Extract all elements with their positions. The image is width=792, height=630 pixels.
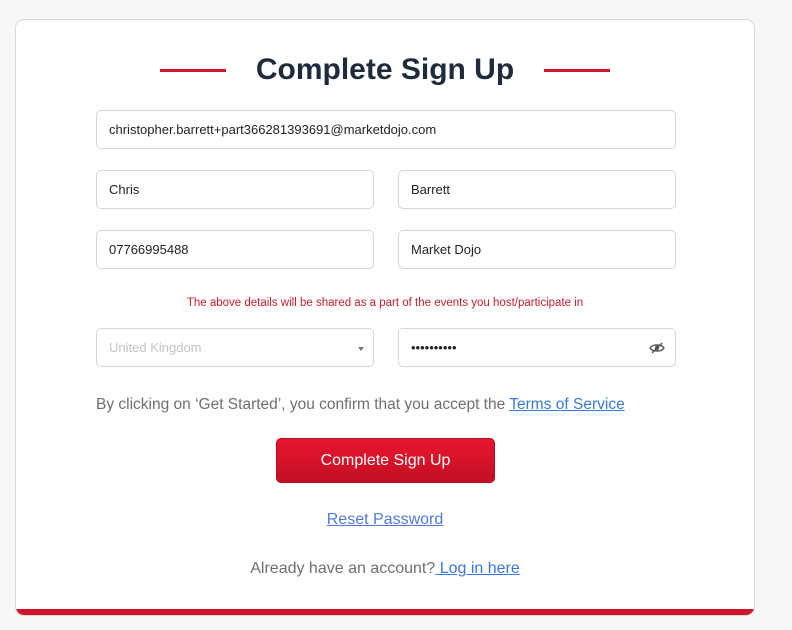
title-decoration-left — [159, 68, 226, 72]
terms-consent-text: By clicking on ‘Get Started’, you confir… — [96, 396, 625, 414]
title-decoration-right — [544, 68, 611, 72]
page-title: Complete Sign Up — [255, 53, 515, 86]
last-name-field[interactable] — [398, 170, 676, 209]
phone-field[interactable] — [96, 230, 374, 269]
company-input[interactable] — [399, 231, 675, 268]
caret-down-icon — [358, 347, 364, 351]
country-select-value: United Kingdom — [109, 340, 202, 355]
complete-sign-up-button[interactable]: Complete Sign Up — [276, 438, 495, 483]
login-prompt-text: Already have an account? — [250, 560, 436, 577]
login-link[interactable]: Log in here — [435, 560, 520, 577]
email-input[interactable] — [97, 111, 675, 148]
terms-of-service-link[interactable]: Terms of Service — [509, 396, 624, 413]
login-prompt-row: Already have an account? Log in here — [16, 560, 754, 578]
consent-text: By clicking on ‘Get Started’, you confir… — [96, 396, 510, 413]
title-row: Complete Sign Up — [16, 50, 754, 90]
password-input[interactable] — [399, 329, 649, 366]
eye-slash-icon[interactable] — [649, 341, 665, 355]
email-field[interactable] — [96, 110, 676, 149]
first-name-field[interactable] — [96, 170, 374, 209]
card-bottom-accent-bar — [16, 609, 754, 615]
reset-password-link[interactable]: Reset Password — [327, 511, 444, 528]
last-name-input[interactable] — [399, 171, 675, 208]
password-field[interactable] — [398, 328, 676, 367]
phone-input[interactable] — [97, 231, 373, 268]
first-name-input[interactable] — [97, 171, 373, 208]
shared-details-notice: The above details will be shared as a pa… — [186, 297, 584, 309]
reset-password-row: Reset Password — [16, 511, 754, 529]
company-field[interactable] — [398, 230, 676, 269]
signup-card: Complete Sign Up The above details will … — [15, 19, 755, 616]
country-select[interactable]: United Kingdom — [96, 328, 374, 367]
